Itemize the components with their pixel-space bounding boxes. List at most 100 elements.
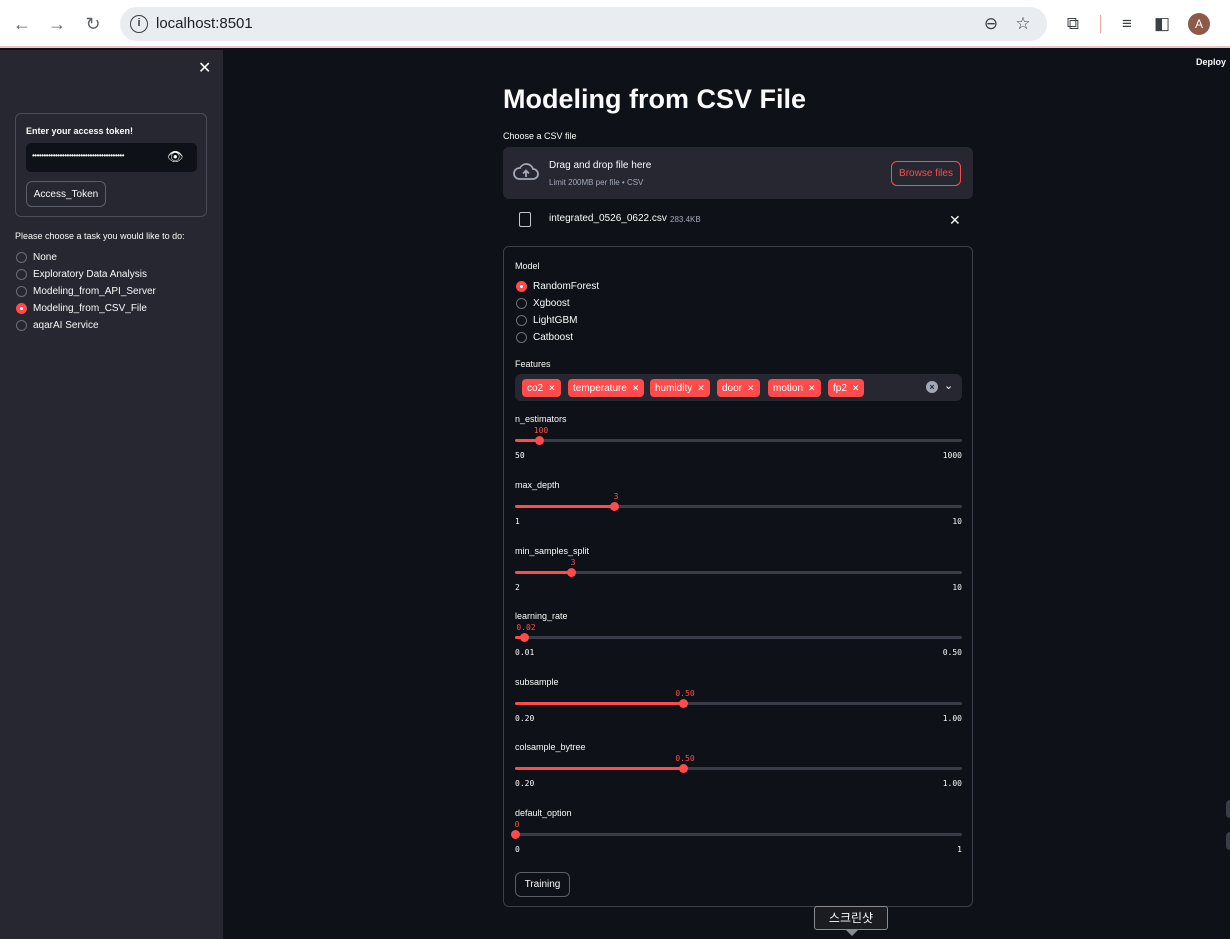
slider-min: 0.01 [515,648,535,657]
slider-fill [515,702,683,705]
feature-tag-label: fp2 [833,383,847,394]
task-radio-group: None Exploratory Data Analysis Modeling_fr… [16,249,156,334]
model-radio-group: RandomForest Xgboost LightGBM Catboost [516,278,599,346]
show-password-icon[interactable]: 👁 [167,149,184,165]
uploader-label: Choose a CSV file [503,131,577,141]
task-option[interactable]: Modeling_from_CSV_File [16,300,156,317]
slider-value: 0.50 [675,754,695,763]
file-dropzone[interactable]: Drag and drop file here Limit 200MB per … [503,147,973,199]
remove-tag-icon[interactable]: ✕ [852,383,860,393]
remove-file-icon[interactable]: ✕ [949,212,961,229]
remove-tag-icon[interactable]: ✕ [808,383,816,393]
feature-tag[interactable]: motion ✕ [768,379,821,397]
model-option-label: Catboost [533,332,574,343]
task-option[interactable]: None [16,249,156,266]
side-panel-icon[interactable]: ◧ [1150,12,1174,36]
token-input[interactable]: ••••••••••••••••••••••••••••••••••••••••… [26,143,197,172]
radio-circle-icon[interactable] [16,286,27,297]
back-icon[interactable]: ← [10,12,34,36]
task-option[interactable]: aqarAI Service [16,317,156,334]
dropzone-limit: Limit 200MB per file • CSV [549,178,644,187]
slider-min: 50 [515,451,525,460]
slider-thumb[interactable] [520,633,529,642]
token-label: Enter your access token! [26,126,134,136]
deploy-button[interactable]: Deploy [1196,57,1226,67]
close-sidebar-icon[interactable]: ✕ [198,58,211,78]
model-option[interactable]: LightGBM [516,312,599,329]
slider-thumb[interactable] [679,764,688,773]
feature-tag[interactable]: temperature ✕ [568,379,645,397]
slider-value: 0.50 [675,689,695,698]
slider-max: 10 [952,583,962,592]
scroll-handle[interactable] [1226,800,1230,818]
feature-tag-label: temperature [573,383,627,394]
chevron-down-icon[interactable]: ⌄ [944,379,953,392]
slider-track[interactable] [515,568,962,577]
slider-track[interactable] [515,764,962,773]
forward-icon[interactable]: → [45,12,69,36]
reload-icon[interactable]: ↻ [81,12,105,36]
feature-tag[interactable]: door ✕ [717,379,760,397]
clear-all-icon[interactable]: × [926,381,938,393]
site-info-icon[interactable]: i [130,15,148,33]
features-multiselect[interactable]: × ⌄ co2 ✕ temperature ✕ humidity ✕ door ✕ motion… [515,374,962,401]
remove-tag-icon[interactable]: ✕ [697,383,705,393]
remove-tag-icon[interactable]: ✕ [632,383,640,393]
radio-circle-icon[interactable] [516,281,527,292]
task-option[interactable]: Exploratory Data Analysis [16,266,156,283]
slider-track[interactable] [515,633,962,642]
model-option[interactable]: RandomForest [516,278,599,295]
sidebar: ✕ Enter your access token! •••••••••••••… [0,50,223,939]
slider-min: 0.20 [515,779,535,788]
slider-subsample: subsample 0.50 0.20 1.00 [515,677,962,737]
file-icon [519,212,531,227]
radio-circle-icon[interactable] [516,332,527,343]
radio-circle-icon[interactable] [16,320,27,331]
radio-circle-icon[interactable] [516,298,527,309]
address-bar[interactable]: i localhost:8501 ⊖ ☆ [120,7,1047,41]
slider-track[interactable] [515,502,962,511]
media-queue-icon[interactable]: ≡ [1115,12,1139,36]
slider-track[interactable] [515,436,962,445]
remove-tag-icon[interactable]: ✕ [747,383,755,393]
zoom-icon[interactable]: ⊖ [981,14,1001,34]
slider-thumb[interactable] [567,568,576,577]
slider-colsample-bytree: colsample_bytree 0.50 0.20 1.00 [515,742,962,802]
remove-tag-icon[interactable]: ✕ [548,383,556,393]
bookmark-star-icon[interactable]: ☆ [1013,14,1033,34]
slider-thumb[interactable] [679,699,688,708]
model-option[interactable]: Catboost [516,329,599,346]
feature-tag-label: co2 [527,383,544,394]
profile-avatar[interactable]: A [1188,13,1210,35]
radio-circle-icon[interactable] [16,252,27,263]
radio-circle-icon[interactable] [516,315,527,326]
extensions-icon[interactable]: ⧉ [1061,12,1085,36]
task-option-label: Exploratory Data Analysis [33,269,147,280]
model-option[interactable]: Xgboost [516,295,599,312]
slider-track[interactable] [511,830,962,839]
slider-max: 1.00 [942,779,962,788]
slider-track[interactable] [515,699,962,708]
slider-label: max_depth [515,480,560,490]
feature-tag[interactable]: co2 ✕ [522,379,561,397]
radio-circle-icon[interactable] [16,269,27,280]
training-button[interactable]: Training [515,872,570,897]
feature-tag[interactable]: humidity ✕ [650,379,710,397]
model-option-label: LightGBM [533,315,578,326]
slider-label: default_option [515,808,572,818]
radio-circle-icon[interactable] [16,303,27,314]
access-token-button[interactable]: Access_Token [26,181,106,207]
slider-min: 2 [515,583,520,592]
slider-label: colsample_bytree [515,742,586,752]
scroll-handle[interactable] [1226,832,1230,850]
token-value: •••••••••••••••••••••••••••••••••••••••• [32,151,125,160]
model-option-label: RandomForest [533,281,600,292]
feature-tag-label: humidity [655,383,693,394]
slider-label: subsample [515,677,559,687]
browse-files-button[interactable]: Browse files [891,161,961,186]
slider-thumb[interactable] [511,830,520,839]
feature-tag[interactable]: fp2 ✕ [828,379,865,397]
task-option[interactable]: Modeling_from_API_Server [16,283,156,300]
slider-thumb[interactable] [535,436,544,445]
slider-thumb[interactable] [610,502,619,511]
